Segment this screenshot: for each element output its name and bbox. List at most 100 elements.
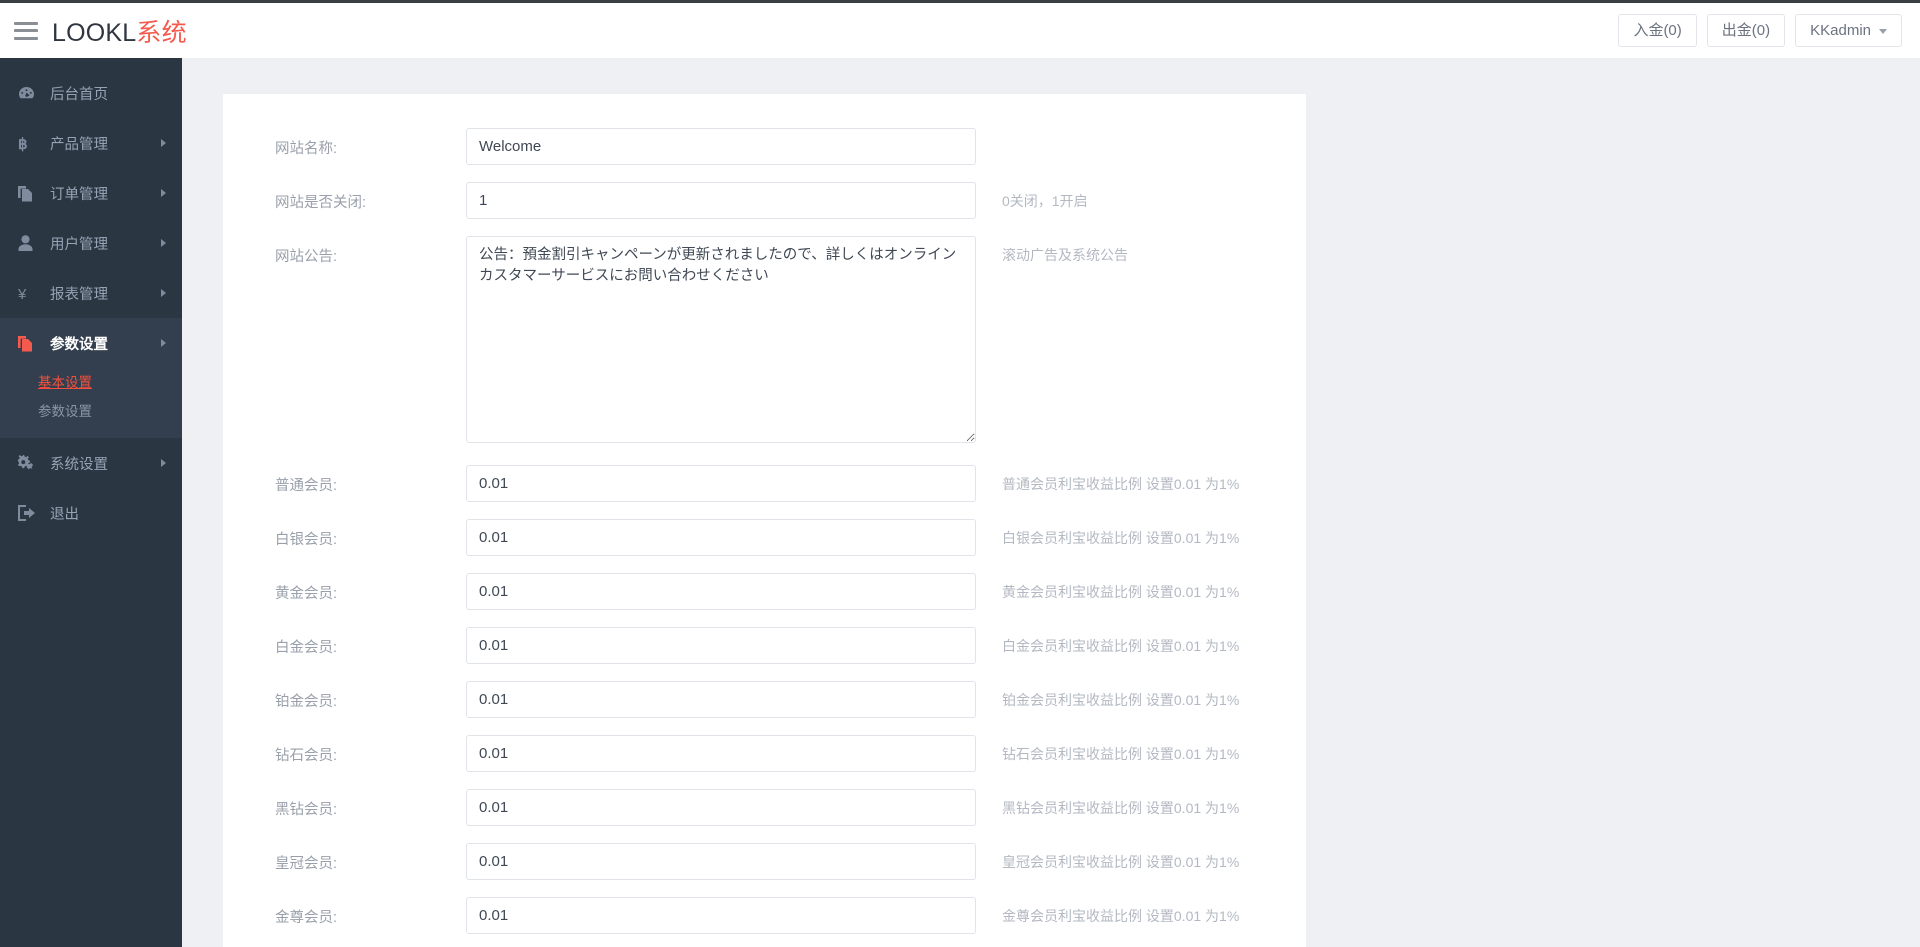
- field-hint: 金尊会员利宝收益比例 设置0.01 为1%: [976, 897, 1239, 926]
- field-control: [466, 843, 976, 880]
- chevron-down-icon: [1879, 29, 1887, 34]
- deposit-button[interactable]: 入金(0): [1618, 14, 1696, 47]
- field-label: 黄金会员:: [223, 573, 466, 603]
- form-row-normal-member: 普通会员: 普通会员利宝收益比例 设置0.01 为1%: [223, 465, 1306, 502]
- field-hint: 钻石会员利宝收益比例 设置0.01 为1%: [976, 735, 1239, 764]
- svg-text:฿: ฿: [18, 137, 28, 152]
- field-label: 普通会员:: [223, 465, 466, 495]
- brand-name-accent: 系统: [136, 19, 186, 47]
- field-hint: 白金会员利宝收益比例 设置0.01 为1%: [976, 627, 1239, 656]
- brand-name-main: LOOKL: [52, 19, 136, 47]
- yen-icon: ¥: [18, 284, 40, 302]
- brand-logo[interactable]: LOOKL系统: [52, 13, 187, 49]
- sidebar-item-label: 退出: [50, 503, 79, 524]
- field-hint: 普通会员利宝收益比例 设置0.01 为1%: [976, 465, 1239, 494]
- crown-member-rate-input[interactable]: [466, 843, 976, 880]
- field-hint: 铂金会员利宝收益比例 设置0.01 为1%: [976, 681, 1239, 710]
- sidebar-item-label: 产品管理: [50, 133, 108, 154]
- silver-member-rate-input[interactable]: [466, 519, 976, 556]
- site-announcement-textarea[interactable]: 公告：預金割引キャンペーンが更新されましたので、詳しくはオンラインカスタマーサー…: [466, 236, 976, 443]
- sidebar-item-label: 用户管理: [50, 233, 108, 254]
- field-control: [466, 789, 976, 826]
- chevron-right-icon: [161, 239, 166, 247]
- field-control: [466, 627, 976, 664]
- gold-member-rate-input[interactable]: [466, 573, 976, 610]
- field-hint: [976, 128, 1002, 137]
- user-menu-label: KKadmin: [1810, 22, 1871, 39]
- site-closed-input[interactable]: [466, 182, 976, 219]
- form-row-platinum-member: 铂金会员: 铂金会员利宝收益比例 设置0.01 为1%: [223, 681, 1306, 718]
- sidebar-item-parameter-settings[interactable]: 参数设置: [0, 318, 182, 368]
- black-diamond-member-rate-input[interactable]: [466, 789, 976, 826]
- sidebar-item-order-management[interactable]: 订单管理: [0, 168, 182, 218]
- field-label: 黑钻会员:: [223, 789, 466, 819]
- main-content-area: 网站名称: 网站是否关闭: 0关闭，1开启 网站公告: 公告：預金割引キャンペー…: [182, 58, 1920, 947]
- bitcoin-icon: ฿: [18, 134, 40, 152]
- sidebar-item-label: 参数设置: [50, 333, 108, 354]
- copy-files-icon: [18, 334, 40, 352]
- field-hint: 黄金会员利宝收益比例 设置0.01 为1%: [976, 573, 1239, 602]
- sidebar-submenu: 基本设置 参数设置: [0, 368, 182, 438]
- header-actions: 入金(0) 出金(0) KKadmin: [1618, 14, 1902, 47]
- field-control: 公告：預金割引キャンペーンが更新されましたので、詳しくはオンラインカスタマーサー…: [466, 236, 976, 448]
- form-row-site-announcement: 网站公告: 公告：預金割引キャンペーンが更新されましたので、詳しくはオンラインカ…: [223, 236, 1306, 448]
- dashboard-icon: [18, 84, 40, 102]
- logout-icon: [18, 504, 40, 522]
- white-gold-member-rate-input[interactable]: [466, 627, 976, 664]
- sidebar-item-label: 系统设置: [50, 453, 108, 474]
- withdraw-button[interactable]: 出金(0): [1707, 14, 1785, 47]
- sidebar-item-logout[interactable]: 退出: [0, 488, 182, 538]
- form-row-black-diamond-member: 黑钻会员: 黑钻会员利宝收益比例 设置0.01 为1%: [223, 789, 1306, 826]
- field-label: 白金会员:: [223, 627, 466, 657]
- field-hint: 滚动广告及系统公告: [976, 236, 1128, 265]
- sidebar-nav: 后台首页 ฿ 产品管理 订单管理 用户管理 ¥ 报表管理: [0, 58, 182, 947]
- sidebar-group-parameter-settings: 参数设置 基本设置 参数设置: [0, 318, 182, 438]
- field-control: [466, 735, 976, 772]
- field-label: 网站公告:: [223, 236, 466, 266]
- field-control: [466, 465, 976, 502]
- copy-files-icon: [18, 184, 40, 202]
- field-hint: 0关闭，1开启: [976, 182, 1088, 211]
- field-hint: 白银会员利宝收益比例 设置0.01 为1%: [976, 519, 1239, 548]
- chevron-right-icon: [161, 339, 166, 347]
- field-control: [466, 128, 976, 165]
- hamburger-icon[interactable]: [14, 22, 38, 40]
- gold-honor-member-rate-input[interactable]: [466, 897, 976, 934]
- chevron-right-icon: [161, 189, 166, 197]
- field-label: 铂金会员:: [223, 681, 466, 711]
- field-label: 皇冠会员:: [223, 843, 466, 873]
- sidebar-subitem-parameter-settings[interactable]: 参数设置: [0, 397, 182, 426]
- field-label: 白银会员:: [223, 519, 466, 549]
- field-control: [466, 573, 976, 610]
- user-icon: [18, 234, 40, 252]
- user-menu-button[interactable]: KKadmin: [1795, 14, 1902, 47]
- sidebar-item-label: 后台首页: [50, 83, 108, 104]
- form-row-site-name: 网站名称:: [223, 128, 1306, 165]
- site-name-input[interactable]: [466, 128, 976, 165]
- field-control: [466, 897, 976, 934]
- sidebar-item-report-management[interactable]: ¥ 报表管理: [0, 268, 182, 318]
- field-label: 钻石会员:: [223, 735, 466, 765]
- chevron-right-icon: [161, 459, 166, 467]
- normal-member-rate-input[interactable]: [466, 465, 976, 502]
- sidebar-item-label: 报表管理: [50, 283, 108, 304]
- field-hint: 黑钻会员利宝收益比例 设置0.01 为1%: [976, 789, 1239, 818]
- field-control: [466, 182, 976, 219]
- form-row-gold-honor-member: 金尊会员: 金尊会员利宝收益比例 设置0.01 为1%: [223, 897, 1306, 934]
- sidebar-subitem-basic-settings[interactable]: 基本设置: [0, 368, 182, 397]
- top-header-bar: LOOKL系统 入金(0) 出金(0) KKadmin: [0, 0, 1920, 58]
- sidebar-item-user-management[interactable]: 用户管理: [0, 218, 182, 268]
- field-label: 网站是否关闭:: [223, 182, 466, 212]
- sidebar-item-product-management[interactable]: ฿ 产品管理: [0, 118, 182, 168]
- basic-settings-form-card: 网站名称: 网站是否关闭: 0关闭，1开启 网站公告: 公告：預金割引キャンペー…: [223, 94, 1306, 947]
- field-label: 金尊会员:: [223, 897, 466, 927]
- diamond-member-rate-input[interactable]: [466, 735, 976, 772]
- field-control: [466, 519, 976, 556]
- svg-text:¥: ¥: [18, 286, 27, 302]
- sidebar-item-system-settings[interactable]: 系统设置: [0, 438, 182, 488]
- sidebar-item-dashboard[interactable]: 后台首页: [0, 68, 182, 118]
- sidebar-item-label: 订单管理: [50, 183, 108, 204]
- form-row-site-closed: 网站是否关闭: 0关闭，1开启: [223, 182, 1306, 219]
- field-label: 网站名称:: [223, 128, 466, 158]
- platinum-member-rate-input[interactable]: [466, 681, 976, 718]
